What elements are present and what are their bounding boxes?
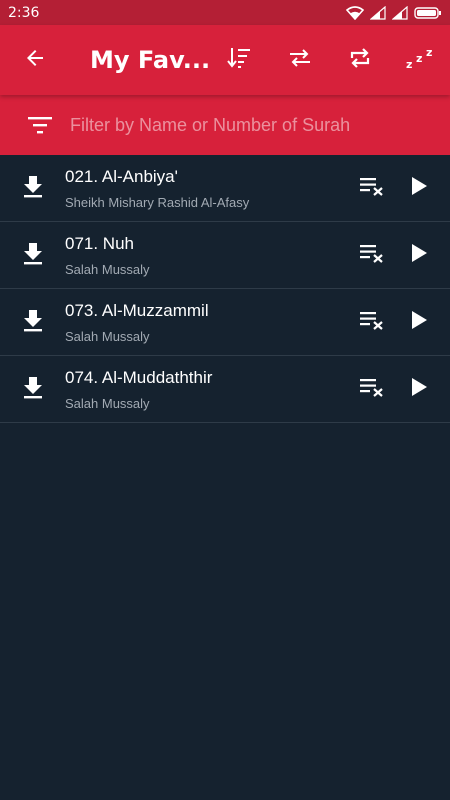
download-button[interactable] [12, 368, 54, 410]
sleep-timer-button[interactable]: z z z [395, 25, 445, 95]
reciter-name: Salah Mussaly [65, 329, 150, 344]
status-time: 2:36 [8, 4, 40, 21]
surah-name: 071. Nuh [65, 234, 134, 253]
playlist-remove-icon [359, 309, 385, 335]
status-icons [346, 5, 442, 20]
reciter-name: Sheikh Mishary Rashid Al-Afasy [65, 195, 250, 210]
status-bar: 2:36 [0, 0, 450, 25]
remove-from-favorites-button[interactable] [350, 301, 394, 343]
download-button[interactable] [12, 301, 54, 343]
repeat-icon [347, 45, 373, 75]
surah-name: 074. Al-Muddaththir [65, 368, 213, 387]
download-icon [22, 375, 44, 403]
play-icon [409, 376, 429, 402]
arrow-left-icon [23, 46, 47, 74]
svg-text:z: z [406, 58, 412, 71]
shuffle-icon [287, 45, 313, 75]
play-button[interactable] [398, 234, 440, 276]
surah-name: 021. Al-Anbiya' [65, 167, 178, 186]
sort-button[interactable] [214, 25, 264, 95]
remove-from-favorites-button[interactable] [350, 167, 394, 209]
play-icon [409, 242, 429, 268]
list-item[interactable]: 074. Al-Muddaththir Salah Mussaly [0, 356, 450, 423]
reciter-name: Salah Mussaly [65, 262, 150, 277]
svg-text:z: z [426, 46, 432, 59]
svg-text:z: z [416, 52, 422, 65]
favorites-list: 021. Al-Anbiya' Sheikh Mishary Rashid Al… [0, 155, 450, 423]
download-button[interactable] [12, 234, 54, 276]
sleep-timer-icon: z z z [404, 44, 436, 76]
signal-icon [370, 5, 386, 20]
remove-from-favorites-button[interactable] [350, 234, 394, 276]
sort-icon [225, 44, 253, 76]
play-button[interactable] [398, 301, 440, 343]
list-item[interactable]: 073. Al-Muzzammil Salah Mussaly [0, 289, 450, 356]
shuffle-button[interactable] [275, 25, 325, 95]
wifi-icon [346, 5, 364, 20]
download-icon [22, 174, 44, 202]
play-button[interactable] [398, 167, 440, 209]
remove-from-favorites-button[interactable] [350, 368, 394, 410]
filter-bar [0, 95, 450, 155]
filter-icon[interactable] [0, 95, 80, 155]
list-item[interactable]: 021. Al-Anbiya' Sheikh Mishary Rashid Al… [0, 155, 450, 222]
playlist-remove-icon [359, 175, 385, 201]
play-button[interactable] [398, 368, 440, 410]
back-button[interactable] [10, 25, 60, 95]
download-button[interactable] [12, 167, 54, 209]
playlist-remove-icon [359, 376, 385, 402]
page-title: My Fav... [90, 46, 211, 74]
battery-icon [414, 6, 442, 20]
repeat-button[interactable] [335, 25, 385, 95]
surah-name: 073. Al-Muzzammil [65, 301, 209, 320]
reciter-name: Salah Mussaly [65, 396, 150, 411]
app-bar: My Fav... z z z [0, 25, 450, 95]
play-icon [409, 309, 429, 335]
playlist-remove-icon [359, 242, 385, 268]
list-item[interactable]: 071. Nuh Salah Mussaly [0, 222, 450, 289]
download-icon [22, 241, 44, 269]
filter-input[interactable] [70, 95, 450, 155]
play-icon [409, 175, 429, 201]
download-icon [22, 308, 44, 336]
signal-icon [392, 5, 408, 20]
